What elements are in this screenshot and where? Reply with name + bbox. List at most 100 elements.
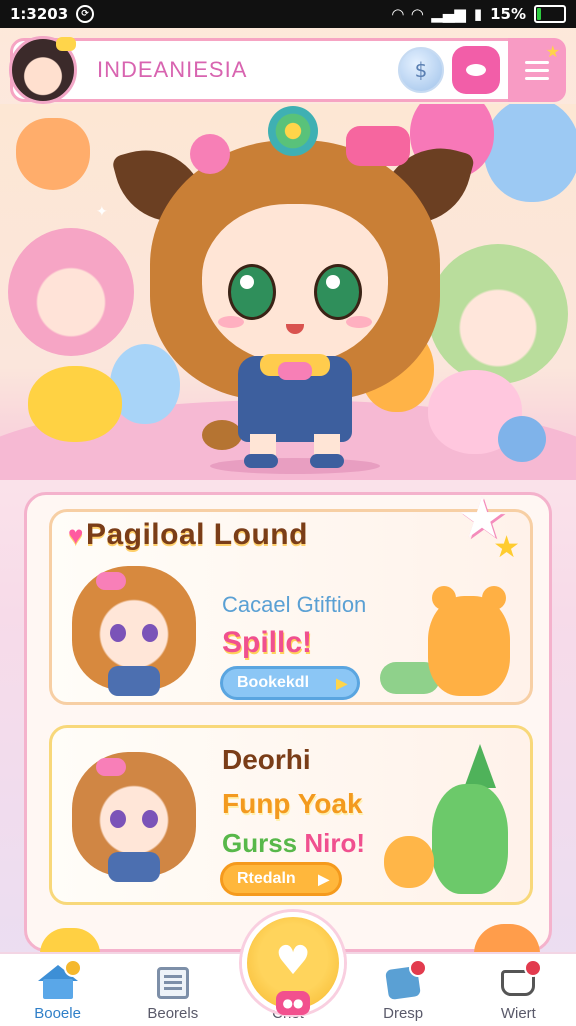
sim-icon: ▮	[473, 5, 483, 23]
battery-percent: 15%	[490, 5, 526, 23]
balloon-blue	[484, 104, 576, 202]
card-line-2-b: Niro!	[304, 828, 366, 858]
bow-icon	[346, 126, 410, 166]
nav-item-news[interactable]: Beorels	[125, 956, 221, 1026]
globe-icon: $	[414, 58, 428, 82]
menu-line-icon	[525, 76, 549, 80]
battery-icon	[534, 5, 566, 23]
hero-illustration: ✦ ✦ ✦	[0, 104, 576, 480]
main-girl-character	[111, 104, 476, 476]
signal-icon: ▂▄▆	[431, 5, 466, 23]
rainbow-swirl-icon	[268, 106, 318, 156]
eye-right	[142, 624, 158, 642]
nav-label: Dresp	[383, 1005, 424, 1022]
center-heart-button[interactable]: ♥ ●●	[242, 912, 344, 1015]
status-right: ◠ ◠ ▂▄▆ ▮ 15%	[392, 5, 566, 23]
nav-label: Beorels	[147, 1005, 199, 1022]
green-hair-girl-character	[428, 244, 568, 384]
character-shadow	[210, 458, 380, 474]
shoe-right	[310, 454, 344, 468]
arrow-right-icon: ▶	[318, 870, 329, 887]
flower-icon	[96, 758, 126, 776]
card-highlight: Spillc!	[222, 626, 313, 659]
news-icon	[153, 965, 193, 1001]
chibi-outfit	[108, 852, 160, 882]
notification-badge	[63, 959, 82, 977]
menu-line-icon	[525, 68, 549, 72]
star-icon: ★	[545, 42, 560, 61]
nav-item-cart[interactable]: Wiert	[470, 956, 566, 1026]
character-tail	[202, 420, 242, 450]
status-bar: 1:3203 ⟳ ◠ ◠ ▂▄▆ ▮ 15%	[0, 0, 576, 28]
pet-face-icon	[466, 64, 486, 76]
avatar-bow	[56, 37, 76, 51]
pet-button[interactable]	[452, 46, 500, 94]
frog-character	[432, 784, 508, 894]
paw-icon: ●●	[276, 991, 310, 1015]
flower-icon	[190, 134, 230, 174]
content-panel: ♥Pagiloal Lound ★ ★ Cacael Gtiftion Spil…	[24, 490, 552, 952]
orange-cat-character	[16, 118, 90, 190]
yellow-chick-character	[28, 366, 122, 442]
peek-character-right	[474, 924, 540, 954]
small-star-icon: ★	[493, 530, 520, 565]
ribbon-icon	[278, 362, 312, 380]
detail-button[interactable]: Rtedaln ▶	[220, 862, 342, 896]
status-left: 1:3203 ⟳	[10, 5, 95, 23]
chibi-girl-character	[72, 752, 196, 882]
eye-left	[110, 624, 126, 642]
sync-icon: ⟳	[76, 5, 95, 23]
book-button-label: Bookekdl	[237, 674, 310, 691]
blush-right	[346, 316, 372, 328]
menu-button[interactable]: ★	[508, 38, 566, 102]
home-base	[42, 979, 73, 999]
sparkle-icon: ✦	[96, 204, 108, 220]
notification-badge	[524, 959, 543, 977]
tools-icon	[383, 959, 428, 1001]
eye-right	[314, 264, 362, 320]
nav-label: Booele	[34, 1005, 81, 1022]
eye-left	[110, 810, 126, 828]
mouth	[286, 324, 304, 334]
feature-card-2[interactable]: Deorhi Funp Yoak Gurss Niro! Rtedaln ▶	[49, 725, 533, 905]
globe-button[interactable]: $	[398, 47, 444, 93]
wifi-icon: ◠	[392, 5, 404, 23]
pink-hair-girl-character	[8, 228, 134, 356]
nav-label: Wiert	[500, 1005, 536, 1022]
card-line-1: Funp Yoak	[222, 788, 363, 819]
news-paper	[156, 967, 189, 999]
arrow-right-icon: ▶	[336, 674, 347, 691]
cart-icon	[498, 959, 543, 1001]
battery-fill	[537, 8, 542, 20]
shoe-left	[244, 454, 278, 468]
nav-item-home[interactable]: Booele	[10, 956, 106, 1026]
card-title-text: Pagiloal Lound	[85, 518, 308, 551]
book-button[interactable]: Bookekdl ▶	[220, 666, 360, 700]
card-title: ♥Pagiloal Lound	[68, 518, 308, 552]
nav-item-tools[interactable]: Dresp	[355, 956, 451, 1026]
eye-right	[142, 810, 158, 828]
small-cat-character	[384, 836, 434, 888]
feature-card-1[interactable]: ♥Pagiloal Lound ★ ★ Cacael Gtiftion Spil…	[49, 490, 533, 705]
app-title: INDEANIESIA	[97, 57, 248, 82]
peek-character-left	[40, 928, 100, 954]
frog-hat	[464, 744, 496, 788]
chibi-girl-character	[72, 566, 196, 696]
blue-puff-character	[498, 416, 546, 462]
card-line-2: Gurss Niro!	[222, 828, 365, 859]
blush-left	[218, 316, 244, 328]
eye-left	[228, 264, 276, 320]
heart-icon: ♥	[275, 938, 311, 984]
flower-icon	[96, 572, 126, 590]
notification-badge	[409, 959, 428, 977]
card-title: Deorhi	[222, 744, 311, 775]
heart-icon: ♥	[68, 520, 84, 550]
card-subtitle: Cacael Gtiftion	[222, 592, 367, 617]
home-icon	[37, 959, 82, 1001]
character-face	[202, 204, 388, 364]
wifi-icon-2: ◠	[411, 5, 424, 23]
card-line-2-a: Gurss	[222, 828, 298, 858]
bear-character	[428, 586, 510, 696]
app-header: INDEANIESIA $ ★	[9, 36, 566, 104]
avatar[interactable]	[9, 36, 77, 104]
